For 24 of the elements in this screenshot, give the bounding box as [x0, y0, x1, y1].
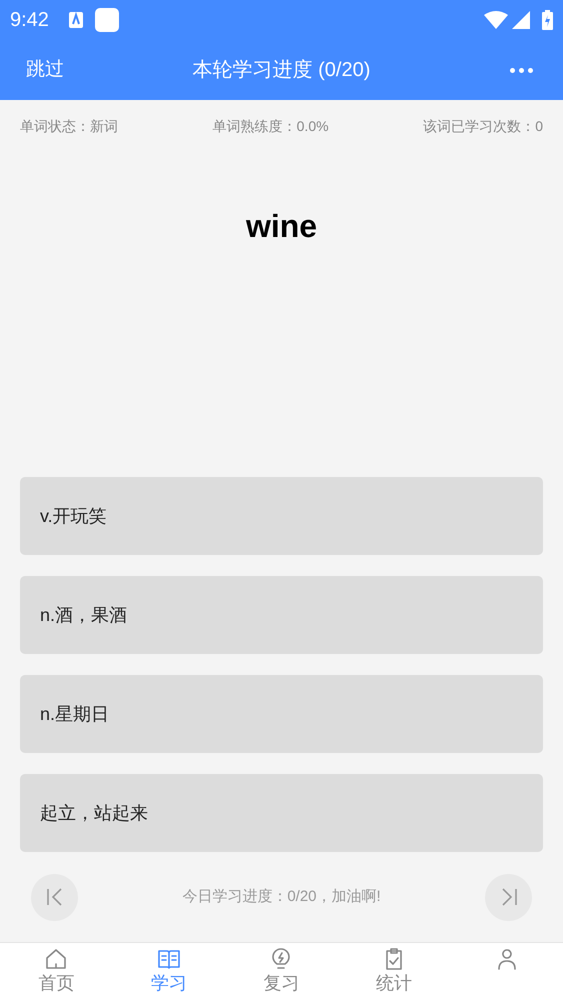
answer-option[interactable]: v.开玩笑: [20, 477, 543, 555]
nav-tab[interactable]: 学习: [112, 943, 226, 1000]
word-info: 该词已学习次数：0: [423, 116, 543, 136]
nav-tab[interactable]: 复习: [225, 943, 338, 1000]
keyboard-app-icon: [68, 12, 83, 28]
nav-tab[interactable]: 首页: [0, 943, 113, 1000]
answer-option[interactable]: n.星期日: [20, 675, 543, 753]
skip-button[interactable]: 跳过: [26, 56, 64, 84]
home-icon: [44, 947, 68, 971]
header-title: 本轮学习进度 (0/20): [192, 58, 370, 83]
last-button[interactable]: [485, 874, 532, 920]
answer-option[interactable]: 起立，站起来: [20, 774, 543, 852]
answer-option[interactable]: n.酒，果酒: [20, 576, 543, 654]
nav-tab[interactable]: 统计: [338, 943, 450, 1000]
signal-icon: [512, 11, 530, 29]
wifi-icon: [484, 11, 508, 29]
word-info: 单词状态：新词: [20, 116, 118, 136]
app-icon: [94, 8, 119, 32]
first-button[interactable]: [31, 874, 78, 920]
word-info: 单词熟练度：0.0%: [212, 116, 329, 136]
battery-icon: [542, 10, 553, 30]
book-icon: [156, 947, 181, 971]
status-time: 9:42: [10, 8, 49, 33]
word-text: wine: [246, 207, 318, 246]
